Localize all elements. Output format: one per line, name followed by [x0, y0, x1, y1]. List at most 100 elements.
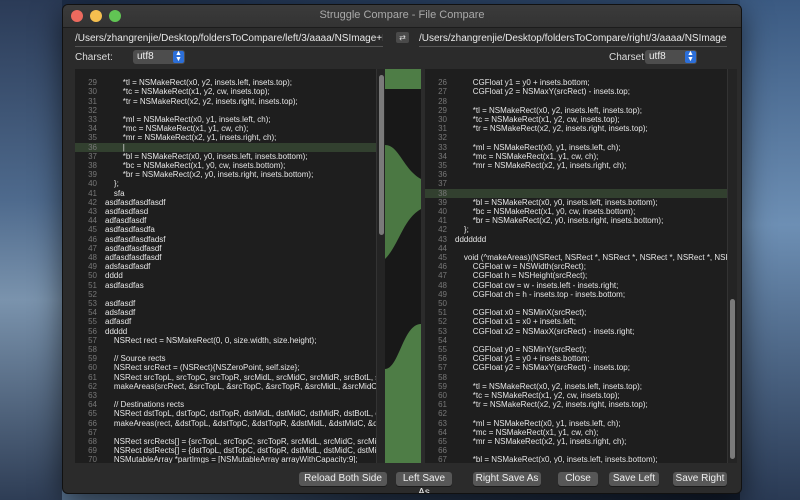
right-code-line[interactable]: 57 CGFloat y2 = NSMaxY(srcRect) - insets…	[425, 363, 727, 372]
right-code-line[interactable]: 58	[425, 373, 727, 382]
right-code-line[interactable]: 46 CGFloat w = NSWidth(srcRect);	[425, 262, 727, 271]
left-code-line[interactable]: 66 makeAreas(rect, &dstTopL, &dstTopC, &…	[75, 419, 377, 428]
left-code-line[interactable]: 30 *tc = NSMakeRect(x1, y2, cw, insets.t…	[75, 87, 377, 96]
right-code-line[interactable]: 45 void (^makeAreas)(NSRect, NSRect *, N…	[425, 253, 727, 262]
left-code-line[interactable]: 49 adsfasdfasdf	[75, 262, 377, 271]
left-code-line[interactable]: 42 asdfasdfasdfasdf	[75, 198, 377, 207]
right-scroll-thumb[interactable]	[730, 299, 735, 459]
right-code-line[interactable]: 56 CGFloat y1 = y0 + insets.bottom;	[425, 354, 727, 363]
left-code-line[interactable]: 68 NSRect srcRects[] = {srcTopL, srcTopC…	[75, 437, 377, 446]
left-code-line[interactable]: 62 makeAreas(srcRect, &srcTopL, &srcTopC…	[75, 382, 377, 391]
right-code-line[interactable]: 31 *tr = NSMakeRect(x2, y2, insets.right…	[425, 124, 727, 133]
left-code-line[interactable]: 63	[75, 391, 377, 400]
close-button[interactable]: Close	[558, 472, 598, 486]
left-code-line[interactable]: 53 asdfasdf	[75, 299, 377, 308]
right-code-line[interactable]: 27 CGFloat y2 = NSMaxY(srcRect) - insets…	[425, 87, 727, 96]
left-code-pane[interactable]: 29 *tl = NSMakeRect(x0, y2, insets.left,…	[75, 69, 377, 463]
left-code-line[interactable]: 65 NSRect dstTopL, dstTopC, dstTopR, dst…	[75, 409, 377, 418]
left-code-line[interactable]: 67	[75, 428, 377, 437]
right-code-line[interactable]: 50	[425, 299, 727, 308]
left-code-line[interactable]: 31 *tr = NSMakeRect(x2, y2, insets.right…	[75, 97, 377, 106]
right-scrollbar[interactable]	[727, 69, 737, 463]
left-code-line[interactable]: 69 NSRect dstRects[] = {dstTopL, dstTopC…	[75, 446, 377, 455]
right-code-line[interactable]: 59 *tl = NSMakeRect(x0, y2, insets.left,…	[425, 382, 727, 391]
left-code-line[interactable]: 55 adfasdf	[75, 317, 377, 326]
right-code-line[interactable]: 32	[425, 133, 727, 142]
left-code-line[interactable]: 48 adfasdfasdfasdf	[75, 253, 377, 262]
right-code-pane[interactable]: 26 CGFloat y1 = y0 + insets.bottom; 27 CG…	[425, 69, 727, 463]
left-code-line[interactable]: 41 sfa	[75, 189, 377, 198]
left-code-line[interactable]: 59 // Source rects	[75, 354, 377, 363]
left-code-line[interactable]: 45 asdfasdfasdfa	[75, 225, 377, 234]
left-code-line[interactable]: 37 *bl = NSMakeRect(x0, y0, insets.left,…	[75, 152, 377, 161]
right-code-line[interactable]: 33 *ml = NSMakeRect(x0, y1, insets.left,…	[425, 143, 727, 152]
right-code-line[interactable]: 39 *bl = NSMakeRect(x0, y0, insets.left,…	[425, 198, 727, 207]
right-path-field[interactable]: /Users/zhangrenjie/Desktop/foldersToComp…	[419, 31, 727, 47]
save-right-button[interactable]: Save Right	[673, 472, 727, 486]
left-code-line[interactable]: 70 NSMutableArray *partImgs = [NSMutable…	[75, 455, 377, 463]
left-code-line[interactable]	[75, 69, 377, 78]
right-save-as-button[interactable]: Right Save As	[473, 472, 541, 486]
right-code-line[interactable]: 49 CGFloat ch = h - insets.top - insets.…	[425, 290, 727, 299]
right-code-line[interactable]: 42 };	[425, 225, 727, 234]
left-code-line[interactable]: 47 asdfadfasdfasdf	[75, 244, 377, 253]
left-code-line[interactable]: 44 adfasdfasdf	[75, 216, 377, 225]
left-code-line[interactable]: 46 asdfasdfasdfadsf	[75, 235, 377, 244]
right-code-line[interactable]: 65 *mr = NSMakeRect(x2, y1, insets.right…	[425, 437, 727, 446]
left-code-line[interactable]: 58	[75, 345, 377, 354]
right-code-line[interactable]: 44	[425, 244, 727, 253]
left-path-field[interactable]: /Users/zhangrenjie/Desktop/foldersToComp…	[75, 31, 383, 47]
right-code-line[interactable]: 36	[425, 170, 727, 179]
left-code-line[interactable]: 38 *bc = NSMakeRect(x1, y0, cw, insets.b…	[75, 161, 377, 170]
right-code-line[interactable]: 61 *tr = NSMakeRect(x2, y2, insets.right…	[425, 400, 727, 409]
right-code-line[interactable]: 28	[425, 97, 727, 106]
save-left-button[interactable]: Save Left	[609, 472, 659, 486]
right-code-line[interactable]: 67 *bl = NSMakeRect(x0, y0, insets.left,…	[425, 455, 727, 463]
left-save-as-button[interactable]: Left Save As	[396, 472, 452, 493]
right-charset-select[interactable]: utf8 ▲ ▼	[645, 50, 697, 64]
left-code-line[interactable]: 36 |	[75, 142, 377, 152]
right-code-line[interactable]: 29 *tl = NSMakeRect(x0, y2, insets.left,…	[425, 106, 727, 115]
right-code-line[interactable]: 52 CGFloat x1 = x0 + insets.left;	[425, 317, 727, 326]
left-code-line[interactable]: 32	[75, 106, 377, 115]
right-code-line[interactable]: 66	[425, 446, 727, 455]
left-code-line[interactable]: 39 *br = NSMakeRect(x2, y0, insets.right…	[75, 170, 377, 179]
right-code-line[interactable]: 30 *tc = NSMakeRect(x1, y2, cw, insets.t…	[425, 115, 727, 124]
right-code-line[interactable]: 60 *tc = NSMakeRect(x1, y2, cw, insets.t…	[425, 391, 727, 400]
left-code-line[interactable]: 29 *tl = NSMakeRect(x0, y2, insets.left,…	[75, 78, 377, 87]
right-code-line[interactable]: 48 CGFloat cw = w - insets.left - insets…	[425, 281, 727, 290]
right-code-line[interactable]: 62	[425, 409, 727, 418]
right-code-line[interactable]	[425, 69, 727, 78]
left-code-line[interactable]: 64 // Destinations rects	[75, 400, 377, 409]
left-code-line[interactable]: 34 *mc = NSMakeRect(x1, y1, cw, ch);	[75, 124, 377, 133]
left-code-line[interactable]: 35 *mr = NSMakeRect(x2, y1, insets.right…	[75, 133, 377, 142]
right-code-line[interactable]: 26 CGFloat y1 = y0 + insets.bottom;	[425, 78, 727, 87]
left-scroll-thumb[interactable]	[379, 75, 384, 235]
left-code-line[interactable]: 60 NSRect srcRect = (NSRect){NSZeroPoint…	[75, 363, 377, 372]
right-code-line[interactable]: 55 CGFloat y0 = NSMinY(srcRect);	[425, 345, 727, 354]
left-code-line[interactable]: 56 ddddd	[75, 327, 377, 336]
right-code-line[interactable]: 38	[425, 188, 727, 198]
right-code-line[interactable]: 37	[425, 179, 727, 188]
right-code-line[interactable]: 64 *mc = NSMakeRect(x1, y1, cw, ch);	[425, 428, 727, 437]
left-code-line[interactable]: 51 asdfasdfas	[75, 281, 377, 290]
right-code-line[interactable]: 51 CGFloat x0 = NSMinX(srcRect);	[425, 308, 727, 317]
right-code-line[interactable]: 43 ddddddd	[425, 235, 727, 244]
right-code-line[interactable]: 35 *mr = NSMakeRect(x2, y1, insets.right…	[425, 161, 727, 170]
left-code-line[interactable]: 54 adsfasdf	[75, 308, 377, 317]
swap-sides-icon[interactable]: ⇄	[396, 32, 409, 43]
right-code-line[interactable]: 40 *bc = NSMakeRect(x1, y0, cw, insets.b…	[425, 207, 727, 216]
right-code-line[interactable]: 34 *mc = NSMakeRect(x1, y1, cw, ch);	[425, 152, 727, 161]
left-code-line[interactable]: 40 };	[75, 179, 377, 188]
left-code-line[interactable]: 57 NSRect rect = NSMakeRect(0, 0, size.w…	[75, 336, 377, 345]
left-code-line[interactable]: 52	[75, 290, 377, 299]
right-code-line[interactable]: 47 CGFloat h = NSHeight(srcRect);	[425, 271, 727, 280]
right-code-line[interactable]: 54	[425, 336, 727, 345]
right-code-line[interactable]: 41 *br = NSMakeRect(x2, y0, insets.right…	[425, 216, 727, 225]
left-code-line[interactable]: 43 asdfasdfasd	[75, 207, 377, 216]
reload-both-button[interactable]: Reload Both Side	[299, 472, 387, 486]
left-code-line[interactable]: 50 dddd	[75, 271, 377, 280]
title-bar[interactable]: Struggle Compare - File Compare	[63, 5, 741, 28]
left-code-line[interactable]: 33 *ml = NSMakeRect(x0, y1, insets.left,…	[75, 115, 377, 124]
right-code-line[interactable]: 53 CGFloat x2 = NSMaxX(srcRect) - insets…	[425, 327, 727, 336]
